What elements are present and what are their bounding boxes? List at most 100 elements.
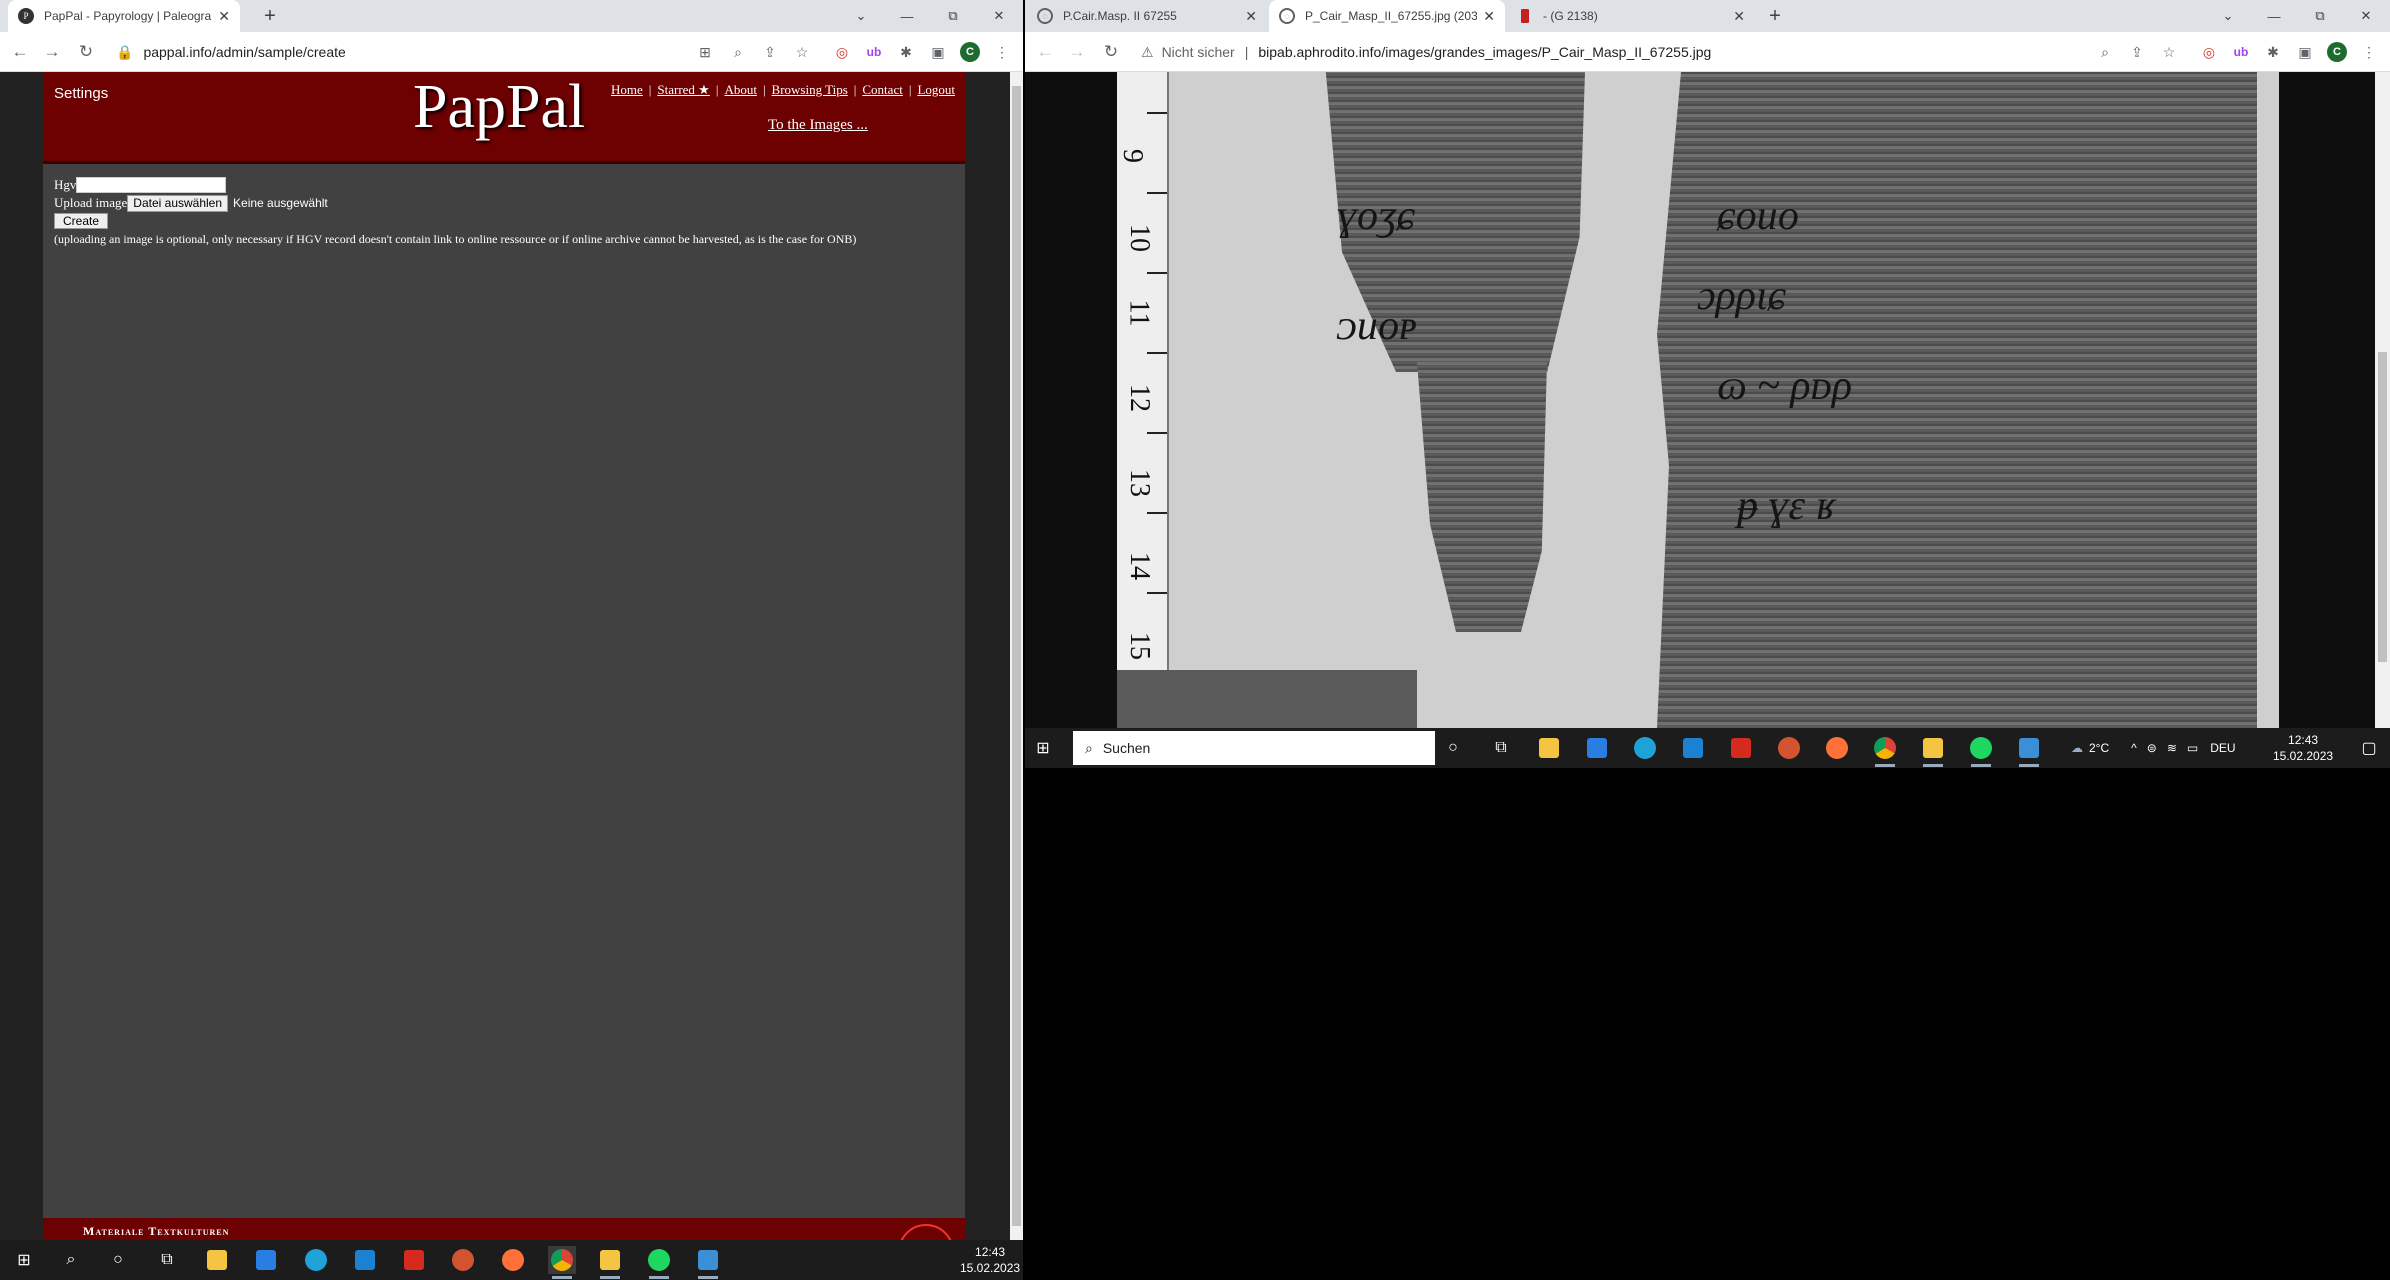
- extensions-puzzle-icon[interactable]: ✱: [2263, 42, 2283, 62]
- chevron-up-icon[interactable]: ^: [2131, 741, 2137, 755]
- search-icon[interactable]: ⌕: [57, 1246, 85, 1274]
- back-icon[interactable]: ←: [8, 40, 32, 64]
- clock[interactable]: 12:43 15.02.2023: [960, 1244, 1020, 1276]
- wifi-icon[interactable]: ≋: [2167, 741, 2177, 755]
- choose-file-button[interactable]: Datei auswählen: [127, 194, 229, 212]
- close-tab-icon[interactable]: ✕: [1245, 8, 1257, 25]
- task-view-icon[interactable]: ⧉: [153, 1246, 181, 1274]
- menu-kebab-icon[interactable]: ⋮: [992, 42, 1012, 62]
- cortana-icon[interactable]: ○: [1439, 734, 1467, 762]
- extension-red-icon[interactable]: ◎: [832, 42, 852, 62]
- security-status[interactable]: Nicht sicher: [1162, 44, 1235, 60]
- share-icon[interactable]: ⇪: [760, 42, 780, 62]
- battery-icon[interactable]: ▭: [2187, 741, 2198, 755]
- hgv-input[interactable]: [76, 177, 227, 193]
- bookmark-star-icon[interactable]: ☆: [2159, 42, 2179, 62]
- tab-g2138[interactable]: - (G 2138) ✕: [1507, 0, 1755, 32]
- language-indicator[interactable]: DEU: [2210, 741, 2235, 755]
- translate-icon[interactable]: ⊞: [695, 42, 715, 62]
- powerpoint-icon[interactable]: [449, 1246, 477, 1274]
- new-tab-button[interactable]: +: [1763, 4, 1787, 28]
- tab-search-icon[interactable]: ⌄: [2205, 8, 2251, 24]
- minimize-button[interactable]: —: [2251, 9, 2297, 24]
- side-panel-icon[interactable]: ▣: [2295, 42, 2315, 62]
- clock[interactable]: 12:43 15.02.2023: [2273, 732, 2333, 764]
- tab-search-icon[interactable]: ⌄: [838, 8, 884, 24]
- close-window-button[interactable]: ✕: [976, 8, 1022, 24]
- powerpoint-icon[interactable]: [1775, 734, 1803, 762]
- settings-link[interactable]: Settings: [54, 85, 108, 102]
- nav-contact[interactable]: Contact: [862, 82, 902, 98]
- network-icon[interactable]: ⊜: [2147, 741, 2157, 755]
- files-icon[interactable]: [1919, 734, 1947, 767]
- close-tab-icon[interactable]: ✕: [218, 8, 230, 25]
- close-tab-icon[interactable]: ✕: [1733, 8, 1745, 25]
- spotify-icon[interactable]: [645, 1246, 673, 1279]
- file-explorer-icon[interactable]: [203, 1246, 231, 1274]
- restore-button[interactable]: ⧉: [930, 8, 976, 24]
- store-icon[interactable]: [1583, 734, 1611, 762]
- right-scrollbar[interactable]: [2375, 72, 2390, 728]
- new-tab-button[interactable]: +: [258, 4, 282, 28]
- files-icon[interactable]: [596, 1246, 624, 1279]
- reload-icon[interactable]: ↻: [74, 40, 98, 64]
- left-scrollbar[interactable]: [1010, 72, 1023, 1240]
- nav-about[interactable]: About: [724, 82, 757, 98]
- zoom-icon[interactable]: ⌕: [728, 42, 748, 62]
- extension-red-icon[interactable]: ◎: [2199, 42, 2219, 62]
- papyrus-image[interactable]: 9 10 11 12 13 14 15 ɣoʒɕ ᴐᴎᴏᴩ ɕoᴎᴏ ɔρρɩɕ…: [1117, 72, 2279, 728]
- photos-icon[interactable]: [2015, 734, 2043, 767]
- address-bar[interactable]: ⚠ Nicht sicher | bipab.aphrodito.info/im…: [1141, 42, 1711, 62]
- back-icon[interactable]: ←: [1033, 40, 1057, 64]
- store-icon[interactable]: [252, 1246, 280, 1274]
- firefox-icon[interactable]: [1823, 734, 1851, 762]
- right-scroll-thumb[interactable]: [2378, 352, 2387, 662]
- taskbar-search-box[interactable]: ⌕ Suchen: [1073, 731, 1435, 765]
- mail-icon[interactable]: [1679, 734, 1707, 762]
- nav-starred[interactable]: Starred ★: [657, 82, 709, 98]
- cortana-icon[interactable]: ○: [104, 1246, 132, 1274]
- notifications-icon[interactable]: ▢: [2355, 734, 2383, 762]
- extension-purple-icon[interactable]: ub: [2231, 42, 2251, 62]
- weather-temperature[interactable]: 2°C: [2089, 741, 2109, 755]
- to-images-link[interactable]: To the Images ...: [768, 117, 868, 134]
- restore-button[interactable]: ⧉: [2297, 8, 2343, 24]
- menu-kebab-icon[interactable]: ⋮: [2359, 42, 2379, 62]
- nav-logout[interactable]: Logout: [917, 82, 955, 98]
- pappal-logo[interactable]: PapPal: [413, 72, 585, 143]
- tab-image-jpg[interactable]: ◌ P_Cair_Masp_II_67255.jpg (2039× ✕: [1269, 0, 1505, 32]
- mail-icon[interactable]: [351, 1246, 379, 1274]
- nav-browsing-tips[interactable]: Browsing Tips: [772, 82, 848, 98]
- spotify-icon[interactable]: [1967, 734, 1995, 767]
- extensions-puzzle-icon[interactable]: ✱: [896, 42, 916, 62]
- edge-icon[interactable]: [302, 1246, 330, 1274]
- minimize-button[interactable]: —: [884, 9, 930, 24]
- task-view-icon[interactable]: ⧉: [1487, 734, 1515, 762]
- chrome-icon[interactable]: [1871, 734, 1899, 767]
- windows-start-icon[interactable]: ⊞: [10, 1246, 38, 1274]
- forward-icon[interactable]: →: [40, 40, 64, 64]
- close-window-button[interactable]: ✕: [2343, 8, 2389, 24]
- zoom-icon[interactable]: ⌕: [2095, 42, 2115, 62]
- file-explorer-icon[interactable]: [1535, 734, 1563, 762]
- profile-avatar[interactable]: C: [2327, 42, 2347, 62]
- close-tab-icon[interactable]: ✕: [1483, 8, 1495, 25]
- edge-icon[interactable]: [1631, 734, 1659, 762]
- acrobat-icon[interactable]: [1727, 734, 1755, 762]
- chrome-icon[interactable]: [548, 1246, 576, 1279]
- acrobat-icon[interactable]: [400, 1246, 428, 1274]
- firefox-icon[interactable]: [499, 1246, 527, 1274]
- extension-purple-icon[interactable]: ub: [864, 42, 884, 62]
- reload-icon[interactable]: ↻: [1099, 40, 1123, 64]
- create-button[interactable]: Create: [54, 213, 109, 229]
- address-bar[interactable]: 🔒 pappal.info/admin/sample/create: [116, 42, 346, 62]
- bookmark-star-icon[interactable]: ☆: [792, 42, 812, 62]
- photos-icon[interactable]: [694, 1246, 722, 1279]
- tab-cair-masp[interactable]: ◌ P.Cair.Masp. II 67255 ✕: [1027, 0, 1267, 32]
- share-icon[interactable]: ⇪: [2127, 42, 2147, 62]
- profile-avatar[interactable]: C: [960, 42, 980, 62]
- left-scroll-thumb[interactable]: [1012, 86, 1021, 1226]
- windows-start-icon[interactable]: ⊞: [1029, 734, 1057, 762]
- forward-icon[interactable]: →: [1065, 40, 1089, 64]
- tab-pappal[interactable]: P PapPal - Papyrology | Paleography ✕: [8, 0, 240, 32]
